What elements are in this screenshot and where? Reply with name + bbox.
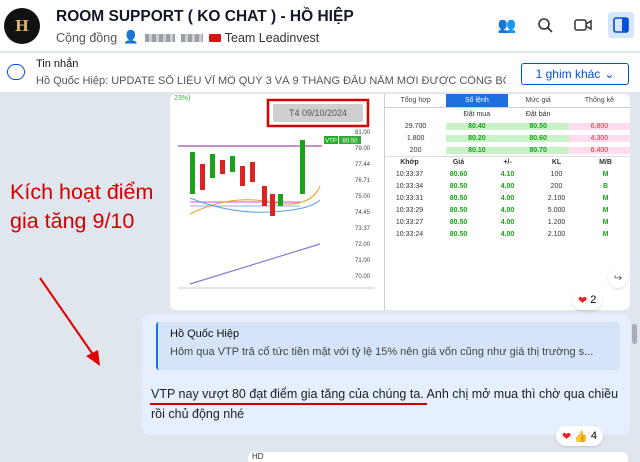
text-underline	[150, 403, 427, 405]
orderbook: 29.700 80.40 80.50 6.800 1.800 80.20 80.60 4.30…	[385, 120, 630, 156]
pinned-label: Tin nhắn	[36, 58, 79, 70]
candle	[210, 154, 215, 178]
trade-tab[interactable]: Tổng hợp	[385, 94, 446, 107]
more-pins-label: 1 ghim khác	[535, 67, 601, 81]
candle	[190, 152, 195, 194]
candle	[262, 186, 267, 206]
price-chart: 23%) T4 09/10/2024 VTP 80.50 81.00 79.00 7…	[174, 95, 375, 289]
heart-icon: ❤	[562, 430, 572, 443]
candle	[240, 166, 245, 186]
trade-tabs[interactable]: Tổng hợp Sổ lệnh Mức giá Thống kê	[385, 94, 630, 108]
image-message[interactable]: 23%) T4 09/10/2024 VTP 80.50 81.00 79.00 7…	[170, 94, 630, 310]
more-pins-button[interactable]: 1 ghim khác ⌄	[521, 63, 629, 85]
scrollbar[interactable]	[632, 324, 637, 344]
annotation-line-1: Kích hoạt điểm	[10, 180, 154, 204]
orderbook-row: 1.800 80.20 80.60 4.300	[385, 132, 630, 144]
price-axis-label: 73.37	[355, 226, 371, 232]
heart-icon: ❤	[578, 294, 588, 307]
annotation-line-2: gia tăng 9/10	[10, 209, 135, 233]
candle	[300, 140, 305, 194]
next-card-label: HD	[252, 452, 264, 461]
trade-row: 10:33:31 80.50 4.00 2.100 M	[395, 194, 609, 202]
chart-annotation: Kích hoạt điểm gia tăng 9/10	[10, 178, 153, 236]
price-axis-label: 79.00	[355, 146, 371, 152]
reaction-summary-2[interactable]: ❤ 👍 4	[556, 426, 604, 446]
price-axis-label: 77.44	[355, 162, 371, 168]
orderbook-row: 29.700 80.40 80.50 6.800	[385, 120, 630, 132]
trade-row: 10:33:34 80.50 4.00 200 B	[395, 182, 609, 190]
group-avatar[interactable]: H	[4, 8, 40, 44]
price-axis-label: 75.00	[355, 194, 371, 200]
chat-title[interactable]: ROOM SUPPORT ( KO CHAT ) - HỒ HIỆP	[56, 8, 354, 26]
video-icon[interactable]	[570, 12, 596, 38]
trade-panel: Tổng hợp Sổ lệnh Mức giá Thống kê Đặt mua Đặ…	[384, 94, 630, 310]
candle	[220, 160, 225, 174]
hidden-member-count-2	[180, 33, 203, 42]
tag-icon	[208, 33, 221, 42]
candle	[270, 194, 275, 216]
trade-row: 10:33:37 80.60 4.10 100 M	[395, 170, 609, 178]
share-icon[interactable]: ↪	[608, 268, 628, 288]
date-label: T4 09/10/2024	[289, 108, 347, 118]
price-axis: 81.00 79.00 77.44 76.71 75.00 74.45 73.37 72.00…	[355, 130, 371, 280]
candle	[278, 194, 283, 206]
candle	[250, 162, 255, 182]
trade-tab[interactable]: Mức giá	[508, 94, 569, 107]
pct-label: 23%)	[174, 95, 190, 102]
pinned-text[interactable]: Hồ Quốc Hiệp: UPDATE SỐ LIỆU VĨ MÔ QUÝ 3…	[36, 75, 506, 87]
pinned-bar[interactable]: Tin nhắn Hồ Quốc Hiệp: UPDATE SỐ LIỆU VĨ…	[0, 53, 640, 93]
ticker-tag-label: VTP	[325, 139, 337, 145]
trades-list: 10:33:37 80.60 4.10 100 M 10:33:34 80.50 4.00 20…	[385, 168, 630, 240]
trade-tab[interactable]: Sổ lệnh	[446, 94, 508, 107]
price-axis-label: 70.00	[355, 274, 371, 280]
candle	[230, 156, 235, 172]
trade-row: 10:33:24 80.50 4.00 2.100 M	[395, 230, 609, 238]
chat-type: Cộng đồng	[56, 30, 118, 45]
candles	[190, 140, 305, 216]
message-list[interactable]: 23%) T4 09/10/2024 VTP 80.50 81.00 79.00 7…	[0, 94, 640, 462]
group-icon[interactable]: 👥	[494, 12, 520, 38]
quoted-message[interactable]: Hồ Quốc Hiệp Hôm qua VTP trả cổ tức tiền…	[156, 322, 620, 370]
team-tag[interactable]: Team Leadinvest	[208, 30, 320, 45]
text-message[interactable]: Hồ Quốc Hiệp Hôm qua VTP trả cổ tức tiền…	[142, 314, 630, 435]
price-axis-label: 72.00	[355, 242, 371, 248]
reaction-count-2: 4	[590, 430, 598, 442]
reaction-summary[interactable]: ❤ 2	[572, 290, 603, 310]
quote-text: Hôm qua VTP trả cổ tức tiền mặt với tỷ l…	[170, 346, 594, 358]
orderbook-header: Đặt mua Đặt bán	[463, 110, 551, 118]
trade-row: 10:33:27 80.50 4.00 1.200 M	[395, 218, 609, 226]
price-axis-label: 81.00	[355, 130, 371, 136]
trades-header: Khớp Giá +/- KL M/B	[385, 156, 630, 168]
search-icon[interactable]	[532, 12, 558, 38]
chevron-down-icon: ⌄	[604, 67, 615, 81]
hidden-member-count	[144, 33, 175, 42]
member-icon: 👤	[123, 30, 139, 44]
trade-row: 10:33:29 80.50 4.00 5.000 M	[395, 206, 609, 214]
price-axis-label: 74.45	[355, 210, 371, 216]
message-icon	[7, 64, 25, 80]
sidebar-toggle-icon[interactable]	[608, 12, 634, 38]
candle	[200, 164, 205, 190]
orderbook-row: 200 80.10 80.70 6.400	[385, 144, 630, 156]
trade-tab[interactable]: Thống kê	[569, 94, 630, 107]
like-icon: 👍	[574, 430, 588, 443]
price-axis-label: 76.71	[355, 178, 371, 184]
price-tag-label: 80.50	[342, 139, 358, 145]
chat-header: H ROOM SUPPORT ( KO CHAT ) - HỒ HIỆP Cộn…	[0, 0, 640, 52]
chat-subtitle: Cộng đồng 👤 Team Leadinvest	[56, 30, 319, 45]
header-actions: 👥	[494, 12, 634, 38]
price-axis-label: 71.00	[355, 258, 371, 264]
reaction-count: 2	[590, 294, 597, 306]
quote-author: Hồ Quốc Hiệp	[170, 328, 240, 340]
next-image-message[interactable]: HD	[248, 452, 628, 462]
team-tag-label: Team Leadinvest	[224, 30, 320, 45]
